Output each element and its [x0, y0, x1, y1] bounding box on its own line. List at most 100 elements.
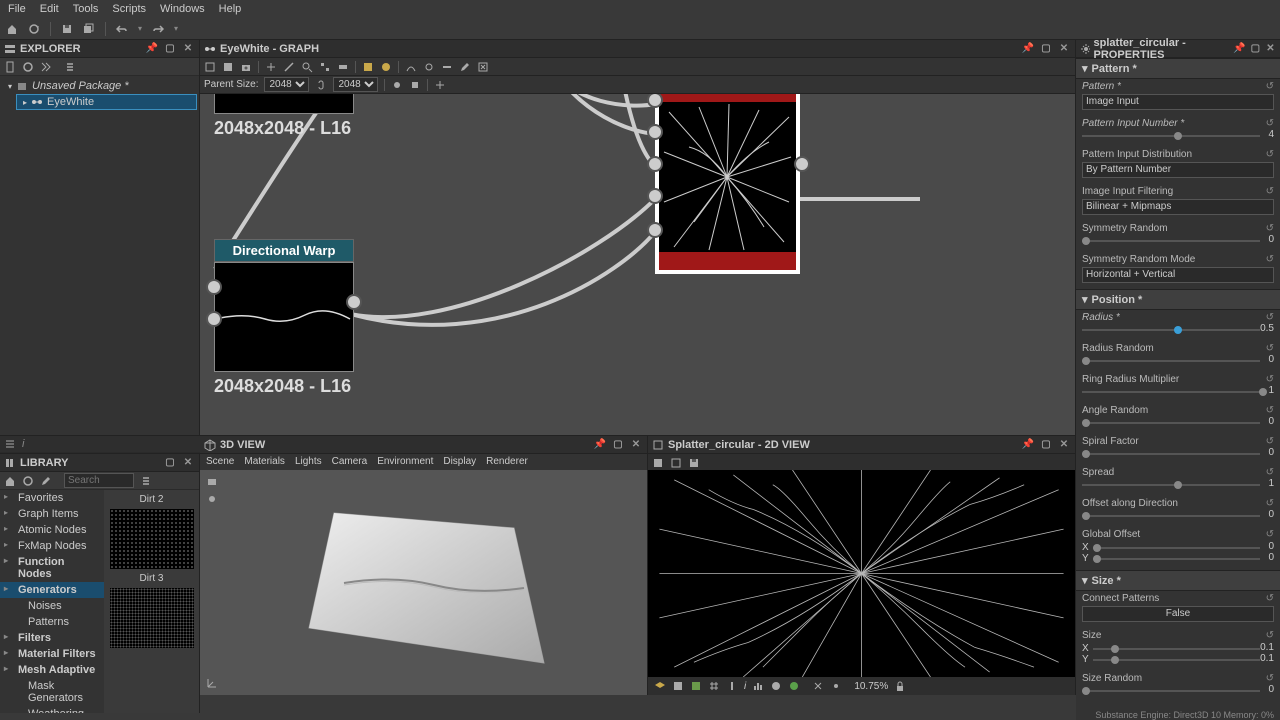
- camera-icon[interactable]: [240, 61, 252, 73]
- close-icon[interactable]: ✕: [1057, 42, 1071, 56]
- tool-icon[interactable]: [319, 61, 331, 73]
- sym-rand-slider[interactable]: 0: [1082, 236, 1274, 246]
- thumb-dirt2[interactable]: [110, 509, 194, 569]
- lib-fxmap-nodes[interactable]: FxMap Nodes: [0, 538, 104, 554]
- lib-filters[interactable]: Filters: [0, 630, 104, 646]
- pin-icon[interactable]: 📌: [1021, 438, 1035, 452]
- close-icon[interactable]: ✕: [181, 456, 195, 470]
- link-icon[interactable]: [423, 61, 435, 73]
- maximize-icon[interactable]: ▢: [1039, 438, 1053, 452]
- tool-icon[interactable]: [652, 457, 664, 469]
- menu-display[interactable]: Display: [443, 456, 476, 468]
- save-icon[interactable]: [61, 23, 73, 35]
- maximize-icon[interactable]: ▢: [163, 456, 177, 470]
- reset-icon[interactable]: ↺: [1266, 81, 1274, 92]
- input-port[interactable]: [647, 124, 663, 140]
- tool-icon[interactable]: [726, 680, 738, 692]
- menu-help[interactable]: Help: [219, 3, 242, 15]
- reset-icon[interactable]: ↺: [1266, 343, 1274, 354]
- lib-weathering[interactable]: Weathering: [0, 706, 104, 713]
- settings-icon[interactable]: [64, 61, 76, 73]
- pin-icon[interactable]: 📌: [1021, 42, 1035, 56]
- angle-rand-slider[interactable]: 0: [1082, 418, 1274, 428]
- maximize-icon[interactable]: ▢: [611, 438, 625, 452]
- tool-icon[interactable]: [362, 61, 374, 73]
- connect-toggle[interactable]: False: [1082, 606, 1274, 622]
- tool-icon[interactable]: [830, 680, 842, 692]
- pattern-select[interactable]: Image Input: [1082, 94, 1274, 110]
- dist-select[interactable]: By Pattern Number: [1082, 162, 1274, 178]
- lib-mesh-adaptive[interactable]: Mesh Adaptive: [0, 662, 104, 678]
- tool-icon[interactable]: [812, 680, 824, 692]
- input-port[interactable]: [647, 188, 663, 204]
- spiral-slider[interactable]: 0: [1082, 449, 1274, 459]
- parent-width-select[interactable]: 2048: [264, 77, 309, 92]
- library-search[interactable]: [64, 473, 134, 488]
- menu-materials[interactable]: Materials: [244, 456, 285, 468]
- reset-icon[interactable]: ↺: [1266, 186, 1274, 197]
- tool-icon[interactable]: [391, 79, 403, 91]
- graph-item-row[interactable]: ▸ EyeWhite: [16, 94, 197, 110]
- lib-material-filters[interactable]: Material Filters: [0, 646, 104, 662]
- input-port[interactable]: [206, 279, 222, 295]
- reset-icon[interactable]: ↺: [1266, 630, 1274, 641]
- close-icon[interactable]: ✕: [1057, 438, 1071, 452]
- light-icon[interactable]: [206, 494, 218, 506]
- reset-icon[interactable]: ↺: [1266, 436, 1274, 447]
- section-pattern[interactable]: ▾Pattern *: [1076, 58, 1280, 79]
- maximize-icon[interactable]: ▢: [1250, 42, 1261, 56]
- input-port[interactable]: [206, 311, 222, 327]
- reset-icon[interactable]: ↺: [1266, 673, 1274, 684]
- reset-icon[interactable]: ↺: [1266, 254, 1274, 265]
- edit-icon[interactable]: [459, 61, 471, 73]
- save-icon[interactable]: [688, 457, 700, 469]
- reset-icon[interactable]: ↺: [1266, 149, 1274, 160]
- view2d-viewport[interactable]: [648, 470, 1075, 677]
- edit-icon[interactable]: [40, 475, 52, 487]
- lib-favorites[interactable]: Favorites: [0, 490, 104, 506]
- tool-icon[interactable]: [204, 61, 216, 73]
- reset-icon[interactable]: ↺: [1266, 118, 1274, 129]
- output-port[interactable]: [346, 294, 362, 310]
- lib-function-nodes[interactable]: Function Nodes: [0, 554, 104, 582]
- size-rand-slider[interactable]: 0: [1082, 686, 1274, 696]
- ring-mult-slider[interactable]: 1: [1082, 387, 1274, 397]
- tool-icon[interactable]: [788, 680, 800, 692]
- tool-icon[interactable]: [222, 61, 234, 73]
- tool-icon[interactable]: [672, 680, 684, 692]
- spread-slider[interactable]: 1: [1082, 480, 1274, 490]
- size-x-slider[interactable]: 0.1: [1093, 644, 1274, 654]
- tool-icon[interactable]: [477, 61, 489, 73]
- refresh-icon[interactable]: [28, 23, 40, 35]
- pattern-num-slider[interactable]: 4: [1082, 131, 1274, 141]
- tool-icon[interactable]: [337, 61, 349, 73]
- list-icon[interactable]: [4, 438, 16, 450]
- global-y-slider[interactable]: 0: [1093, 554, 1274, 564]
- reset-icon[interactable]: ↺: [1266, 374, 1274, 385]
- refresh-icon[interactable]: [22, 475, 34, 487]
- reset-icon[interactable]: ↺: [1266, 593, 1274, 604]
- input-port[interactable]: [647, 156, 663, 172]
- global-x-slider[interactable]: 0: [1093, 543, 1274, 553]
- reset-icon[interactable]: ↺: [1266, 405, 1274, 416]
- node-directional-warp[interactable]: Directional Warp 2048x2048 - L16: [214, 239, 354, 397]
- lib-patterns[interactable]: Patterns: [0, 614, 104, 630]
- search-icon[interactable]: [301, 61, 313, 73]
- lib-graph-items[interactable]: Graph Items: [0, 506, 104, 522]
- pin-icon[interactable]: 📌: [145, 42, 159, 56]
- filter-select[interactable]: Bilinear + Mipmaps: [1082, 199, 1274, 215]
- reset-icon[interactable]: ↺: [1266, 529, 1274, 540]
- tool-icon[interactable]: [690, 680, 702, 692]
- sym-mode-select[interactable]: Horizontal + Vertical: [1082, 267, 1274, 283]
- home-icon[interactable]: [4, 475, 16, 487]
- close-icon[interactable]: ✕: [1265, 42, 1276, 56]
- input-port[interactable]: [647, 222, 663, 238]
- reset-icon[interactable]: ↺: [1266, 312, 1274, 323]
- menu-windows[interactable]: Windows: [160, 3, 205, 15]
- menu-scripts[interactable]: Scripts: [112, 3, 146, 15]
- settings-icon[interactable]: [140, 475, 152, 487]
- thumb-dirt3[interactable]: [110, 588, 194, 648]
- lock-icon[interactable]: [894, 680, 906, 692]
- section-size[interactable]: ▾Size *: [1076, 570, 1280, 591]
- home-icon[interactable]: [6, 23, 18, 35]
